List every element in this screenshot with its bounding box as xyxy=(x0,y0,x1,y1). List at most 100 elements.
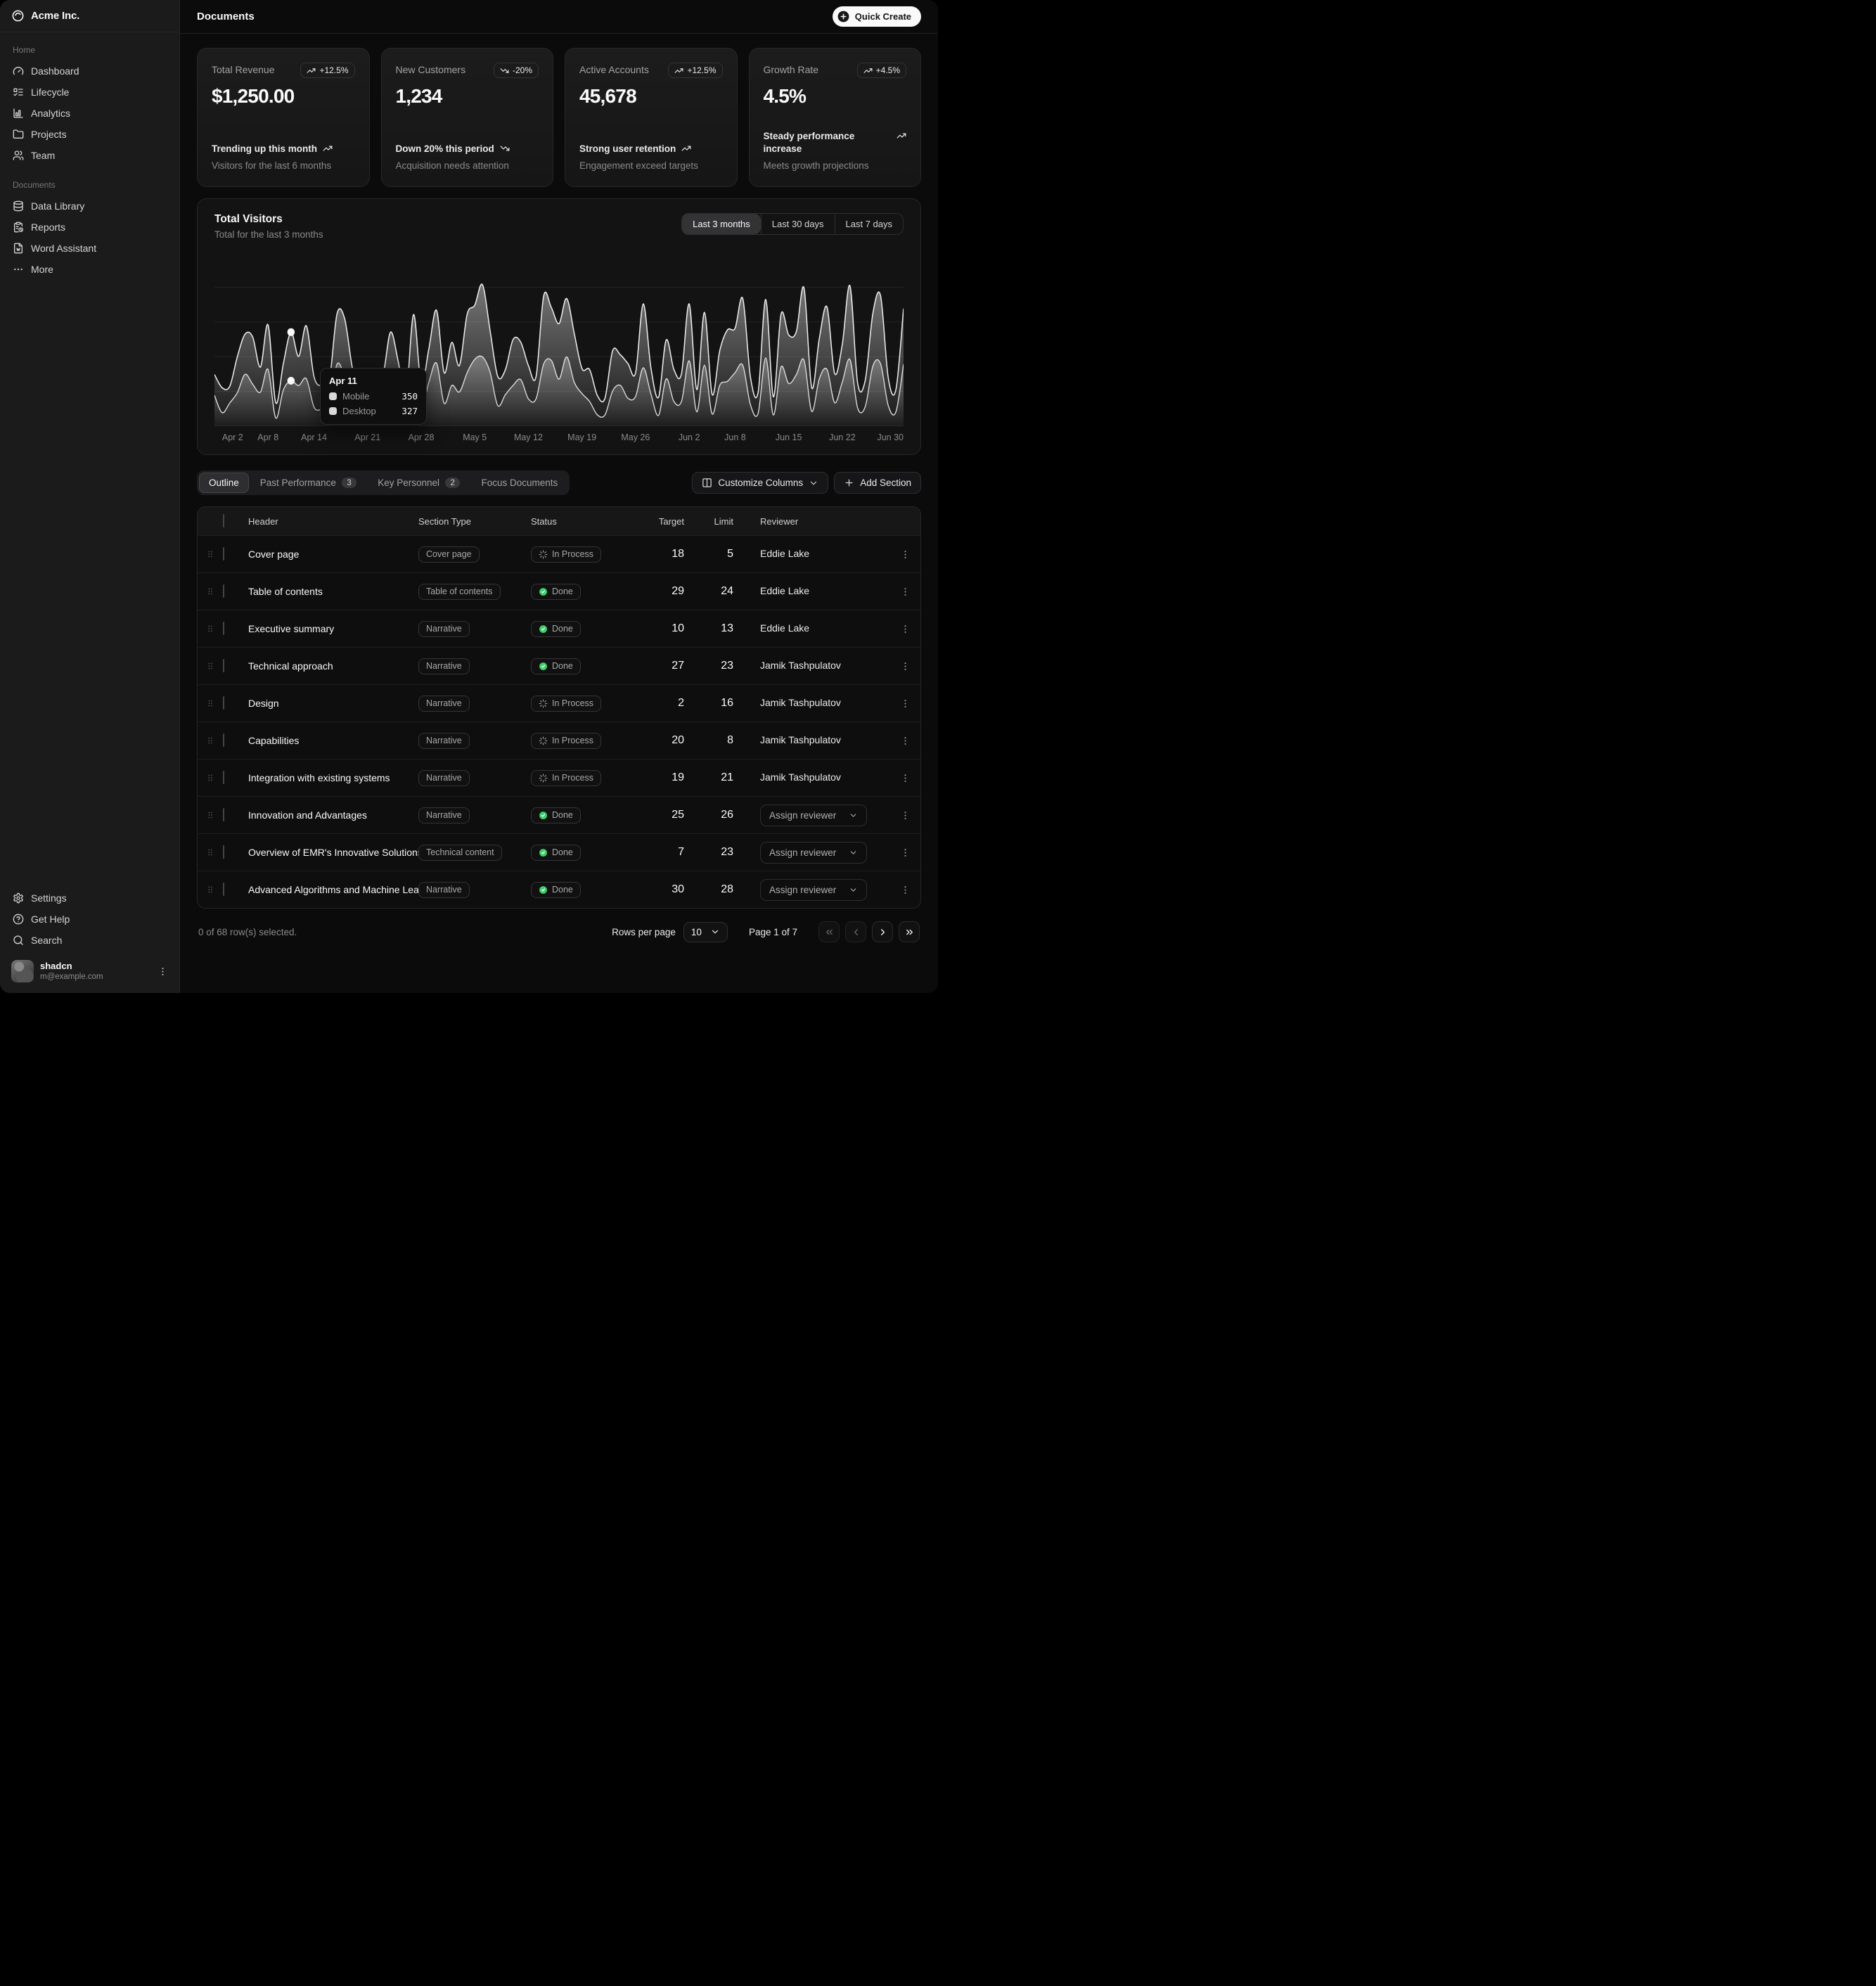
tab-outline[interactable]: Outline xyxy=(199,473,249,493)
limit-value[interactable]: 16 xyxy=(695,697,745,710)
drag-handle-icon[interactable] xyxy=(198,773,223,783)
limit-value[interactable]: 28 xyxy=(695,883,745,896)
row-header-text[interactable]: Integration with existing systems xyxy=(248,772,418,783)
limit-value[interactable]: 26 xyxy=(695,809,745,821)
add-section-button[interactable]: Add Section xyxy=(834,472,921,494)
row-header-text[interactable]: Technical approach xyxy=(248,660,418,672)
row-checkbox[interactable] xyxy=(223,584,224,598)
sidebar-item-more[interactable]: More xyxy=(6,259,174,280)
target-value[interactable]: 2 xyxy=(636,697,695,710)
user-email: m@example.com xyxy=(40,972,103,982)
range-last-30-days[interactable]: Last 30 days xyxy=(761,214,835,234)
next-page-button[interactable] xyxy=(872,921,893,942)
assign-reviewer-select[interactable]: Assign reviewer xyxy=(760,805,867,826)
prev-page-button[interactable] xyxy=(845,921,866,942)
limit-value[interactable]: 21 xyxy=(695,771,745,784)
limit-value[interactable]: 23 xyxy=(695,660,745,672)
drag-handle-icon[interactable] xyxy=(198,549,223,559)
customize-columns-button[interactable]: Customize Columns xyxy=(692,472,828,494)
range-last-3-months[interactable]: Last 3 months xyxy=(682,214,761,234)
reviewer-cell: Assign reviewer xyxy=(745,842,889,864)
report-icon xyxy=(13,222,24,233)
area-chart[interactable]: Apr 11 Mobile350Desktop327 xyxy=(214,252,904,426)
status-cell: Done xyxy=(531,882,636,898)
target-value[interactable]: 7 xyxy=(636,846,695,859)
drag-handle-icon[interactable] xyxy=(198,810,223,820)
limit-value[interactable]: 5 xyxy=(695,548,745,560)
sidebar-item-get-help[interactable]: Get Help xyxy=(6,909,174,930)
target-value[interactable]: 30 xyxy=(636,883,695,896)
sidebar-item-data-library[interactable]: Data Library xyxy=(6,196,174,217)
range-last-7-days[interactable]: Last 7 days xyxy=(835,214,904,234)
quick-create-button[interactable]: Quick Create xyxy=(833,6,921,27)
target-value[interactable]: 18 xyxy=(636,548,695,560)
assign-reviewer-select[interactable]: Assign reviewer xyxy=(760,879,867,901)
drag-handle-icon[interactable] xyxy=(198,661,223,671)
row-menu-button[interactable] xyxy=(889,885,920,895)
sidebar-item-lifecycle[interactable]: Lifecycle xyxy=(6,82,174,103)
chart-subtitle: Total for the last 3 months xyxy=(214,229,323,240)
sidebar-item-projects[interactable]: Projects xyxy=(6,124,174,145)
select-all-checkbox[interactable] xyxy=(223,514,224,527)
user-menu[interactable]: shadcn m@example.com xyxy=(6,955,174,987)
row-checkbox[interactable] xyxy=(223,622,224,635)
row-menu-button[interactable] xyxy=(889,810,920,821)
sidebar-item-analytics[interactable]: Analytics xyxy=(6,103,174,124)
row-header-text[interactable]: Design xyxy=(248,698,418,709)
row-checkbox[interactable] xyxy=(223,771,224,784)
row-header-text[interactable]: Capabilities xyxy=(248,735,418,746)
row-header-text[interactable]: Cover page xyxy=(248,549,418,560)
row-menu-button[interactable] xyxy=(889,624,920,634)
tab-key-personnel[interactable]: Key Personnel2 xyxy=(368,473,470,493)
row-header-text[interactable]: Advanced Algorithms and Machine Learning xyxy=(248,884,418,895)
row-checkbox[interactable] xyxy=(223,659,224,672)
drag-handle-icon[interactable] xyxy=(198,698,223,708)
sidebar-item-word-assistant[interactable]: Word Assistant xyxy=(6,238,174,259)
row-menu-button[interactable] xyxy=(889,847,920,858)
limit-value[interactable]: 13 xyxy=(695,622,745,635)
sidebar-item-dashboard[interactable]: Dashboard xyxy=(6,60,174,82)
limit-value[interactable]: 8 xyxy=(695,734,745,747)
row-header-text[interactable]: Overview of EMR's Innovative Solutions xyxy=(248,847,418,858)
sidebar-item-settings[interactable]: Settings xyxy=(6,888,174,909)
row-header-text[interactable]: Innovation and Advantages xyxy=(248,809,418,821)
row-checkbox[interactable] xyxy=(223,733,224,747)
row-checkbox[interactable] xyxy=(223,883,224,896)
drag-handle-icon[interactable] xyxy=(198,885,223,895)
sidebar-item-team[interactable]: Team xyxy=(6,145,174,166)
sidebar-item-reports[interactable]: Reports xyxy=(6,217,174,238)
drag-handle-icon[interactable] xyxy=(198,736,223,745)
row-checkbox[interactable] xyxy=(223,696,224,710)
limit-value[interactable]: 23 xyxy=(695,846,745,859)
limit-value[interactable]: 24 xyxy=(695,585,745,598)
brand[interactable]: Acme Inc. xyxy=(0,0,179,32)
rows-per-page-select[interactable]: 10 xyxy=(683,922,728,942)
target-value[interactable]: 25 xyxy=(636,809,695,821)
row-menu-button[interactable] xyxy=(889,698,920,709)
row-menu-button[interactable] xyxy=(889,736,920,746)
target-value[interactable]: 29 xyxy=(636,585,695,598)
tab-past-performance[interactable]: Past Performance3 xyxy=(250,473,366,493)
target-value[interactable]: 27 xyxy=(636,660,695,672)
row-checkbox[interactable] xyxy=(223,547,224,560)
target-value[interactable]: 20 xyxy=(636,734,695,747)
section-type-badge: Technical content xyxy=(418,845,502,861)
first-page-button[interactable] xyxy=(818,921,840,942)
row-menu-button[interactable] xyxy=(889,773,920,783)
row-checkbox[interactable] xyxy=(223,845,224,859)
row-menu-button[interactable] xyxy=(889,549,920,560)
assign-reviewer-select[interactable]: Assign reviewer xyxy=(760,842,867,864)
last-page-button[interactable] xyxy=(899,921,920,942)
row-header-text[interactable]: Table of contents xyxy=(248,586,418,597)
drag-handle-icon[interactable] xyxy=(198,847,223,857)
row-header-text[interactable]: Executive summary xyxy=(248,623,418,634)
target-value[interactable]: 19 xyxy=(636,771,695,784)
sidebar-item-search[interactable]: Search xyxy=(6,930,174,951)
row-checkbox[interactable] xyxy=(223,808,224,821)
row-menu-button[interactable] xyxy=(889,587,920,597)
drag-handle-icon[interactable] xyxy=(198,587,223,596)
tab-focus-documents[interactable]: Focus Documents xyxy=(471,473,567,493)
row-menu-button[interactable] xyxy=(889,661,920,672)
target-value[interactable]: 10 xyxy=(636,622,695,635)
drag-handle-icon[interactable] xyxy=(198,624,223,634)
